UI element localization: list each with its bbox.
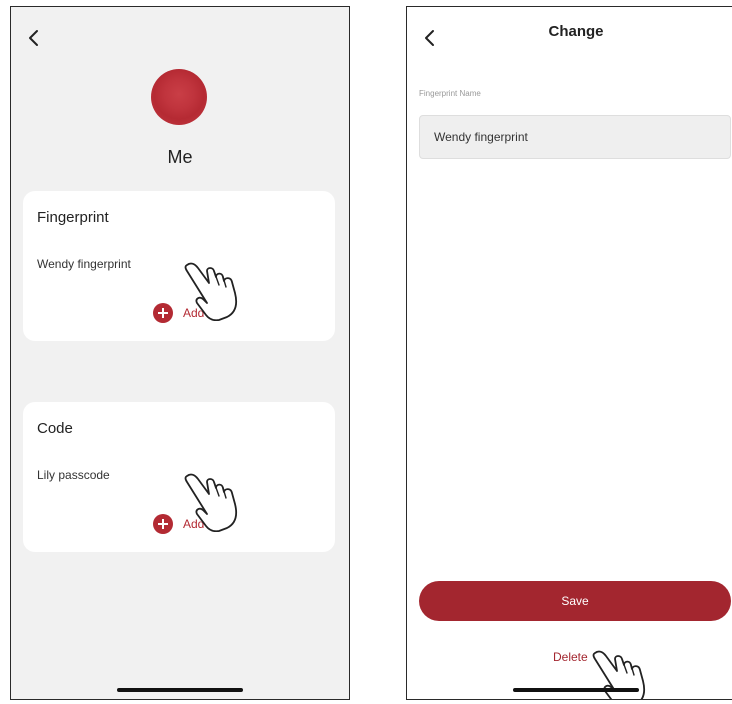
add-fingerprint-label: Add <box>183 306 205 320</box>
home-indicator <box>117 688 243 692</box>
add-code-label: Add <box>183 517 205 531</box>
delete-button[interactable]: Delete <box>553 650 588 664</box>
home-indicator <box>513 688 639 692</box>
change-screen: Change Fingerprint Name Save Delete <box>406 6 732 700</box>
fingerprint-entry[interactable]: Wendy fingerprint <box>37 257 131 271</box>
save-button[interactable]: Save <box>419 581 731 621</box>
back-icon[interactable] <box>23 27 45 49</box>
fingerprint-name-label: Fingerprint Name <box>419 89 481 98</box>
code-title: Code <box>37 420 73 437</box>
add-fingerprint-button[interactable]: Add <box>153 303 204 323</box>
add-code-button[interactable]: Add <box>153 514 204 534</box>
add-icon <box>153 514 173 534</box>
hand-pointer-icon <box>591 647 663 699</box>
page-title: Change <box>548 23 604 40</box>
me-screen: Me Fingerprint Wendy fingerprint Add Cod… <box>10 6 350 700</box>
avatar <box>151 69 207 125</box>
fingerprint-name-input[interactable] <box>419 115 731 159</box>
fingerprint-title: Fingerprint <box>37 209 109 226</box>
code-card: Code Lily passcode Add <box>23 402 335 552</box>
add-icon <box>153 303 173 323</box>
user-name: Me <box>167 147 193 167</box>
fingerprint-card: Fingerprint Wendy fingerprint Add <box>23 191 335 341</box>
code-entry[interactable]: Lily passcode <box>37 468 110 482</box>
